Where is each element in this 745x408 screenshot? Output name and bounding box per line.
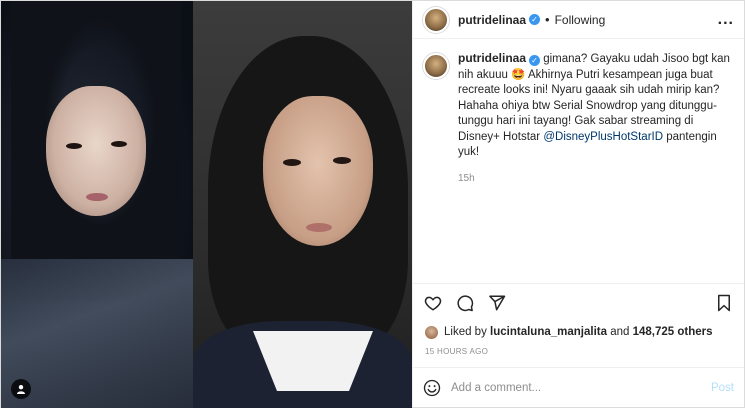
header-username[interactable]: putridelinaa <box>458 13 526 27</box>
caption-mention-link[interactable]: @DisneyPlusHotStarID <box>543 131 663 143</box>
liker-username[interactable]: lucintaluna_manjalita <box>490 326 607 338</box>
instagram-post: putridelinaa ✓ • Following ... putrideli… <box>0 0 745 408</box>
post-media[interactable] <box>1 1 412 408</box>
likes-prefix: Liked by <box>444 326 487 338</box>
emoji-icon[interactable] <box>423 379 441 397</box>
action-bar <box>413 283 744 321</box>
caption-avatar[interactable] <box>423 53 449 79</box>
comments-section: putridelinaa ✓ gimana? Gayaku udah Jisoo … <box>413 39 744 283</box>
avatar[interactable] <box>423 6 449 33</box>
more-options-icon[interactable]: ... <box>718 11 734 27</box>
add-comment-bar: Post <box>413 367 744 407</box>
post-button[interactable]: Post <box>711 382 734 394</box>
photo-jisoo <box>1 1 193 408</box>
verified-badge-icon: ✓ <box>529 55 541 66</box>
separator-dot: • <box>545 12 550 27</box>
post-timestamp[interactable]: 15 HOURS AGO <box>413 343 744 359</box>
following-button[interactable]: Following <box>555 13 606 27</box>
heart-icon[interactable] <box>424 294 442 312</box>
share-icon[interactable] <box>488 294 506 312</box>
caption-username[interactable]: putridelinaa <box>458 51 526 65</box>
liker-avatar[interactable] <box>425 325 438 339</box>
comment-input[interactable] <box>451 381 711 394</box>
likes-summary: Liked by lucintaluna_manjalita and 148,7… <box>413 321 744 343</box>
comment-icon[interactable] <box>456 294 474 312</box>
post-sidebar: putridelinaa ✓ • Following ... putrideli… <box>412 1 744 407</box>
caption: putridelinaa ✓ gimana? Gayaku udah Jisoo … <box>423 51 734 186</box>
post-header: putridelinaa ✓ • Following ... <box>413 1 744 39</box>
user-tag-icon[interactable] <box>11 379 31 399</box>
bookmark-icon[interactable] <box>715 294 733 312</box>
photo-putri <box>193 1 412 408</box>
likes-count[interactable]: 148,725 others <box>633 326 713 338</box>
verified-badge-icon: ✓ <box>529 14 541 25</box>
likes-and: and <box>610 326 630 338</box>
caption-text: gimana? Gayaku udah Jisoo bgt kan nih ak… <box>458 53 730 143</box>
caption-body: putridelinaa ✓ gimana? Gayaku udah Jisoo … <box>458 51 734 186</box>
caption-age[interactable]: 15h <box>458 171 734 187</box>
